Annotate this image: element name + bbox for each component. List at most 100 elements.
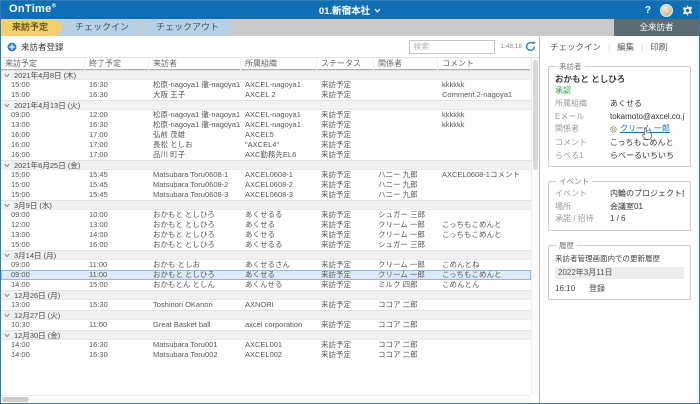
- related-person-link[interactable]: クリーム 一郎: [610, 123, 670, 136]
- table-body: 2021年4月8日 (木)15:0016:30松原-nagoya1 徹-nago…: [1, 70, 531, 403]
- visitor-field-label: コメント: [555, 137, 610, 150]
- cell-start: 14:00: [1, 350, 85, 360]
- visitor-field-value: らべーるいちいち: [610, 150, 684, 163]
- visitor-row[interactable]: 09:0010:00おかもと としひろあくせるる来訪予定シュガー 三郎: [1, 210, 531, 220]
- cell-visitor: 長松 としお: [149, 140, 241, 150]
- visitor-field-label: らべる1: [555, 150, 610, 163]
- cell-start: 09:00: [1, 270, 85, 280]
- date-group-row[interactable]: 2021年4月13日 (火): [1, 100, 531, 110]
- help-icon[interactable]: ?: [645, 5, 651, 16]
- search-input[interactable]: [409, 40, 495, 54]
- column-header-6[interactable]: コメント: [438, 58, 531, 70]
- tab-visit-schedule[interactable]: 来訪予定: [1, 19, 63, 36]
- date-group-row[interactable]: 12月26日 (月): [1, 290, 531, 300]
- cell-start: 09:00: [1, 260, 85, 270]
- chevron-down-icon: [4, 203, 10, 208]
- panel-action-1[interactable]: 編集: [617, 41, 634, 53]
- visitor-row[interactable]: 14:0015:00おかもとん としんあくんせる来訪予定ミルク 四郎こめんとん: [1, 280, 531, 290]
- cell-status: 来訪予定: [317, 340, 374, 350]
- visitor-row[interactable]: 16:0017:00弘前 茂雄AXCEL5来訪予定: [1, 130, 531, 140]
- cell-related: ココア 二郎: [374, 300, 438, 310]
- cell-related: クリーム 一郎: [374, 220, 438, 230]
- date-group-row[interactable]: 2021年6月25日 (金): [1, 160, 531, 170]
- date-group-row[interactable]: 3月14日 (月): [1, 250, 531, 260]
- column-header-0[interactable]: 来訪予定: [1, 58, 85, 70]
- visitor-field-label: Eメール: [555, 111, 610, 124]
- cell-org: "AXCEL4": [241, 140, 317, 150]
- date-group-row[interactable]: 2021年4月8日 (木): [1, 70, 531, 80]
- cell-start: 13:00: [1, 120, 85, 130]
- cell-org: AXCEL0608-2: [241, 180, 317, 190]
- cell-related: シュガー 三郎: [374, 210, 438, 220]
- visitor-row[interactable]: 10:3011:00Great Basket ballaxcel corpora…: [1, 320, 531, 330]
- gear-icon[interactable]: [682, 5, 693, 16]
- column-header-4[interactable]: ステータス: [317, 58, 374, 70]
- visitor-row[interactable]: 13:0014:00おかもと としひろあくせる来訪予定クリーム 一郎こっちもこめ…: [1, 230, 531, 240]
- tab-all-visitors[interactable]: 全来訪者: [614, 19, 699, 36]
- cell-end: 16:00: [85, 240, 149, 250]
- tab-checkout[interactable]: チェックアウト: [140, 19, 234, 36]
- visitor-row[interactable]: 15:0016:30松原-nagoya1 徹-nagoya1AXCEL-nago…: [1, 80, 531, 90]
- panel-action-2[interactable]: 印刷: [650, 41, 667, 53]
- vertical-scrollbar[interactable]: [531, 58, 539, 395]
- date-group-label: 3月14日 (月): [14, 250, 56, 261]
- cell-org: AXCEL-nagoya1: [241, 80, 317, 90]
- cell-related: クリーム 一郎: [374, 270, 438, 280]
- visitor-field-row: らべる1らべーるいちいち: [555, 150, 684, 163]
- date-group-label: 12月27日 (火): [14, 310, 60, 321]
- visitor-row[interactable]: 15:0015:45Matsubara Toru0608-3AXCEL0608-…: [1, 190, 531, 200]
- date-group-row[interactable]: 12月27日 (火): [1, 310, 531, 320]
- cell-comment: kkkkkk: [438, 110, 531, 120]
- column-header-2[interactable]: 来訪者: [149, 58, 241, 70]
- visitor-row[interactable]: 16:0017:00品川 町子AXC勤務先EL6来訪予定: [1, 150, 531, 160]
- cell-org: あくんせる: [241, 280, 317, 290]
- visitor-row[interactable]: 15:0016:00おかもと としひろあくせるる来訪予定シュガー 三郎: [1, 240, 531, 250]
- horizontal-scrollbar[interactable]: [1, 395, 531, 403]
- panel-action-0[interactable]: チェックイン: [550, 41, 601, 53]
- column-header-1[interactable]: 終了予定: [85, 58, 149, 70]
- cell-related: クリーム 一郎: [374, 260, 438, 270]
- cell-start: 13:00: [1, 230, 85, 240]
- visitor-row[interactable]: 14:0016:30Matsubara Toru001AXCEL001来訪予定コ…: [1, 340, 531, 350]
- location-selector[interactable]: 01.新宿本社: [319, 1, 381, 19]
- refresh-button[interactable]: [525, 41, 536, 52]
- visitor-row[interactable]: 13:0016:30松原-nagoya1 徹-nagoya1AXCEL-nago…: [1, 120, 531, 130]
- visitor-row[interactable]: 16:0017:00長松 としお"AXCEL4"来訪予定: [1, 140, 531, 150]
- cell-related: [374, 150, 438, 160]
- cell-status: 来訪予定: [317, 140, 374, 150]
- visitor-row[interactable]: 12:0013:00おかもと としひろあくせる来訪予定クリーム 一郎こっちもこめ…: [1, 220, 531, 230]
- date-group-row[interactable]: 3月9日 (水): [1, 200, 531, 210]
- visitor-row[interactable]: 15:0015:45Matsubara Toru0608-2AXCEL0608-…: [1, 180, 531, 190]
- horizontal-scrollbar-thumb[interactable]: [2, 397, 29, 402]
- cell-comment: [438, 240, 531, 250]
- cell-end: 17:00: [85, 130, 149, 140]
- cell-status: 来訪予定: [317, 300, 374, 310]
- cell-visitor: おかもとん としん: [149, 280, 241, 290]
- column-header-3[interactable]: 所属組織: [241, 58, 317, 70]
- cell-comment: [438, 150, 531, 160]
- vertical-scrollbar-thumb[interactable]: [533, 60, 538, 170]
- column-header-5[interactable]: 関係者: [374, 58, 438, 70]
- cell-visitor: 品川 町子: [149, 150, 241, 160]
- cell-status: 来訪予定: [317, 230, 374, 240]
- table-header: 来訪予定終了予定来訪者所属組織ステータス関係者コメント: [1, 58, 531, 70]
- tab-checkin[interactable]: チェックイン: [59, 19, 144, 36]
- register-visitor-button[interactable]: 来訪者登録: [7, 41, 64, 53]
- visitor-row[interactable]: 09:0012:00松原-nagoya1 徹-nagoya1AXCEL-nago…: [1, 110, 531, 120]
- avatar[interactable]: [660, 4, 673, 17]
- history-box: 履歴 来訪者管理画面内での更新履歴 2022年3月11日 16:10登録: [548, 240, 691, 300]
- visitor-field-label: 関係者: [555, 123, 610, 137]
- event-field-label: 承諾 / 招待: [555, 213, 610, 226]
- visitor-row[interactable]: 15:0016:30大阪 王子AXCEL 2来訪予定Comment 2-nago…: [1, 90, 531, 100]
- visitor-row[interactable]: 13:0015:30Toshinori OKanoriAXNORI来訪予定ココア…: [1, 300, 531, 310]
- date-group-row[interactable]: 12月30日 (金): [1, 330, 531, 340]
- visitor-row[interactable]: 09:0011:00おかも としおあくせるさん来訪予定クリーム 一郎こめんとね: [1, 260, 531, 270]
- main-list-area: 来訪者登録 1:48:18 来訪予定終了予定来訪者所属組織ステータス関係者コメン…: [1, 36, 540, 403]
- cell-org: あくせる: [241, 220, 317, 230]
- visitor-row-selected[interactable]: 09:0011:00おかもと としひろあくせる来訪予定クリーム 一郎こっちもこめ…: [1, 270, 531, 280]
- cell-end: 16:30: [85, 340, 149, 350]
- cell-comment: AXCEL0608-1コメント: [438, 170, 531, 180]
- visitor-row[interactable]: 14:0016:30Matsubara Toru002AXCEL002来訪予定コ…: [1, 350, 531, 360]
- visitor-row[interactable]: 15:0015:45Matsubara Toru0608-1AXCEL0608-…: [1, 170, 531, 180]
- cell-end: 15:30: [85, 300, 149, 310]
